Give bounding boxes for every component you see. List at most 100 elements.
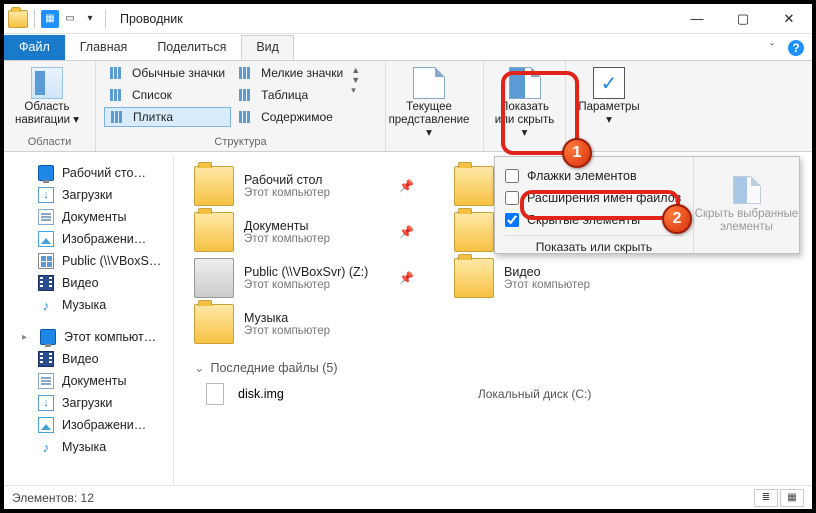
tile-desktop[interactable]: Рабочий столЭтот компьютер 📌 — [194, 166, 414, 206]
group-label-layout: Структура — [104, 134, 377, 151]
nav-pane-icon — [31, 67, 63, 99]
video-icon — [38, 351, 54, 367]
layout-tiles[interactable]: Плитка — [104, 107, 231, 127]
show-hide-label: Показать или скрыть — [495, 101, 554, 126]
image-icon — [38, 417, 54, 433]
folder-icon — [454, 258, 494, 298]
recent-files-header[interactable]: ⌄Последние файлы (5) — [194, 360, 812, 375]
window-title: Проводник — [120, 12, 183, 26]
chevron-right-icon[interactable]: ▸ — [22, 332, 32, 343]
sidebar-item-documents[interactable]: Документы — [4, 206, 173, 228]
annotation-badge-2: 2 — [662, 204, 692, 234]
folder-icon — [194, 212, 234, 252]
options-icon: ✓ — [593, 67, 625, 99]
layout-more-icon[interactable]: ▾ — [351, 85, 365, 96]
checkbox[interactable] — [505, 169, 519, 183]
sidebar-item-pc-downloads[interactable]: Загрузки — [4, 392, 173, 414]
pin-icon[interactable]: 📌 — [399, 179, 414, 193]
close-button[interactable]: ✕ — [766, 4, 812, 34]
nav-pane-button[interactable]: Область навигации ▾ — [12, 63, 82, 127]
current-view-button[interactable]: Текущее представление ▾ — [394, 63, 464, 141]
layout-content[interactable]: Содержимое — [233, 107, 349, 127]
ribbon-collapse-icon[interactable]: ˇ — [764, 40, 780, 56]
layout-normal[interactable]: Обычные значки — [104, 63, 231, 83]
hide-selected-icon — [733, 176, 761, 204]
show-hide-dropdown: Флажки элементов Расширения имен файлов … — [494, 156, 800, 254]
music-icon — [38, 297, 54, 313]
network-icon — [38, 253, 54, 269]
document-icon — [38, 373, 54, 389]
show-hide-button[interactable]: Показать или скрыть ▾ — [492, 63, 557, 141]
ribbon-tabs: Файл Главная Поделиться Вид ˇ ? — [4, 34, 812, 60]
layout-small[interactable]: Мелкие значки — [233, 63, 349, 83]
download-icon — [38, 187, 54, 203]
status-item-count: Элементов: 12 — [12, 491, 94, 505]
qat-new-folder-icon[interactable]: ▭ — [61, 10, 79, 28]
page-icon — [413, 67, 445, 99]
sidebar-item-pc-music[interactable]: Музыка — [4, 436, 173, 458]
group-label-panes: Области — [12, 134, 87, 151]
network-drive-icon — [194, 258, 234, 298]
view-tiles-button[interactable]: ▦ — [780, 489, 804, 507]
titlebar: ▦ ▭ ▾ Проводник ― ▢ ✕ — [4, 4, 812, 34]
tile-music[interactable]: МузыкаЭтот компьютер — [194, 304, 414, 344]
tab-file[interactable]: Файл — [4, 35, 65, 60]
minimize-button[interactable]: ― — [674, 4, 720, 34]
status-bar: Элементов: 12 ≣ ▦ — [4, 485, 812, 509]
sidebar-item-pc-video[interactable]: Видео — [4, 348, 173, 370]
checkbox[interactable] — [505, 213, 519, 227]
ribbon-view: Область навигации ▾ Области Обычные знач… — [4, 60, 812, 152]
options-button[interactable]: ✓ Параметры ▾ — [574, 63, 644, 127]
current-view-label: Текущее представление — [389, 101, 470, 126]
sidebar-item-desktop[interactable]: Рабочий сто… — [4, 162, 173, 184]
recent-file-row[interactable]: disk.img Локальный диск (C:) — [194, 383, 812, 405]
file-icon — [206, 383, 224, 405]
maximize-button[interactable]: ▢ — [720, 4, 766, 34]
checkbox-hidden-items[interactable]: Скрытые элементы — [505, 209, 683, 231]
desktop-icon — [38, 165, 54, 181]
music-icon — [38, 439, 54, 455]
layout-table[interactable]: Таблица — [233, 85, 349, 105]
dropdown-group-label: Показать или скрыть — [505, 240, 683, 254]
tile-public[interactable]: Public (\\VBoxSvr) (Z:)Этот компьютер 📌 — [194, 258, 414, 298]
tile-documents[interactable]: ДокументыЭтот компьютер 📌 — [194, 212, 414, 252]
folder-icon — [194, 304, 234, 344]
hide-selected-button: Скрыть выбранные элементы — [693, 157, 799, 253]
app-icon[interactable] — [8, 10, 28, 28]
pin-icon[interactable]: 📌 — [399, 271, 414, 285]
sidebar-item-video[interactable]: Видео — [4, 272, 173, 294]
pin-icon[interactable]: 📌 — [399, 225, 414, 239]
qat-properties-icon[interactable]: ▦ — [41, 10, 59, 28]
sidebar-item-pc-docs[interactable]: Документы — [4, 370, 173, 392]
view-details-button[interactable]: ≣ — [754, 489, 778, 507]
checkbox-file-extensions[interactable]: Расширения имен файлов — [505, 187, 683, 209]
sidebar-item-music[interactable]: Музыка — [4, 294, 173, 316]
monitor-icon — [40, 329, 56, 345]
qat-dropdown-icon[interactable]: ▾ — [81, 10, 99, 28]
tile-video[interactable]: ВидеоЭтот компьютер — [454, 258, 674, 298]
nav-pane-label: Область навигации — [15, 101, 70, 126]
tab-share[interactable]: Поделиться — [142, 35, 241, 60]
checkbox-item-flags[interactable]: Флажки элементов — [505, 165, 683, 187]
show-hide-icon — [509, 67, 541, 99]
chevron-down-icon: ⌄ — [194, 360, 204, 375]
sidebar-item-public[interactable]: Public (\\VBoxS… — [4, 250, 173, 272]
layout-scroll-down-icon[interactable]: ▼ — [351, 75, 365, 85]
folder-icon — [454, 212, 494, 252]
quick-access-toolbar: ▦ ▭ ▾ — [4, 10, 110, 28]
nav-tree[interactable]: Рабочий сто… Загрузки Документы Изображе… — [4, 156, 174, 485]
tab-home[interactable]: Главная — [65, 35, 143, 60]
sidebar-item-images[interactable]: Изображени… — [4, 228, 173, 250]
help-icon[interactable]: ? — [788, 40, 804, 56]
checkbox[interactable] — [505, 191, 519, 205]
sidebar-item-pc-images[interactable]: Изображени… — [4, 414, 173, 436]
tab-view[interactable]: Вид — [241, 35, 294, 60]
layout-list[interactable]: Список — [104, 85, 231, 105]
layout-scroll-up-icon[interactable]: ▲ — [351, 65, 365, 75]
video-icon — [38, 275, 54, 291]
annotation-badge-1: 1 — [562, 138, 592, 168]
sidebar-item-thispc[interactable]: ▸Этот компьют… — [4, 326, 173, 348]
folder-icon — [454, 166, 494, 206]
sidebar-item-downloads[interactable]: Загрузки — [4, 184, 173, 206]
document-icon — [38, 209, 54, 225]
